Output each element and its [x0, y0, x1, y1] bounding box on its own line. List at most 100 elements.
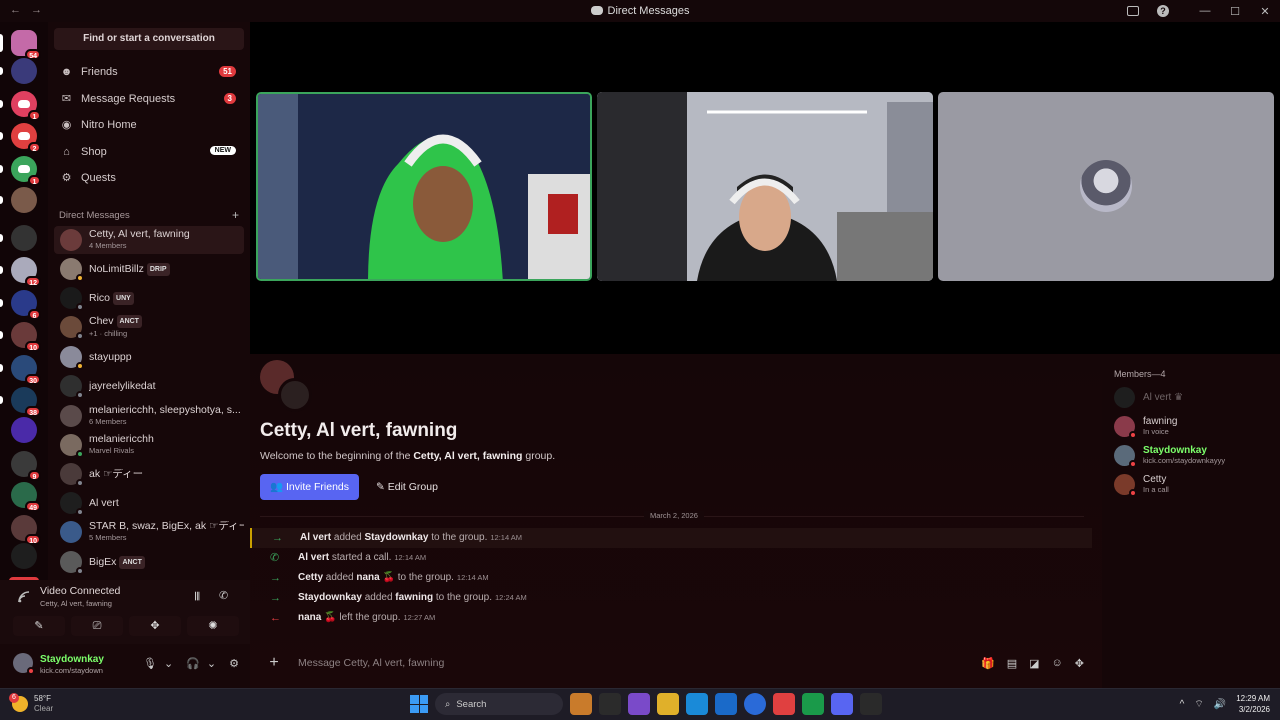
message-actor[interactable]: Al vert — [300, 532, 331, 543]
message-actor[interactable]: Staydownkay — [298, 592, 362, 603]
gif-icon[interactable]: ▤ — [1007, 657, 1017, 670]
timestamp: 12:27 AM — [403, 613, 436, 622]
taskbar-app-icon[interactable] — [802, 693, 824, 715]
server-icon[interactable]: 10 — [11, 322, 41, 352]
chevron-down-icon[interactable]: ⌄ — [164, 657, 173, 670]
volume-icon[interactable]: 🔊 — [1214, 699, 1226, 710]
member-item[interactable]: Cetty In a call — [1114, 471, 1274, 497]
member-item[interactable]: Staydownkay kick.com/staydownkayyy — [1114, 442, 1274, 468]
invite-friends-button[interactable]: 👥 Invite Friends — [260, 474, 359, 500]
username[interactable]: Staydownkay — [40, 654, 104, 665]
message-target[interactable]: nana 🍒 — [356, 572, 395, 583]
activities-icon[interactable]: ✥ — [129, 616, 181, 636]
dm-item[interactable]: ak ☞ディー — [54, 460, 244, 488]
settings-gear-icon[interactable]: ⚙ — [229, 657, 239, 670]
taskbar-app-icon[interactable] — [686, 693, 708, 715]
headset-icon[interactable]: 🎧 — [186, 657, 200, 670]
server-icon[interactable]: 6 — [11, 290, 41, 320]
dm-item[interactable]: Rico UNY — [54, 284, 244, 312]
taskbar-app-icon[interactable] — [773, 693, 795, 715]
start-icon[interactable] — [410, 695, 428, 713]
weather-widget[interactable]: 6 58°F Clear — [9, 693, 53, 714]
close-button[interactable]: ✕ — [1250, 5, 1280, 18]
chevron-down-icon[interactable]: ⌄ — [207, 657, 216, 670]
voice-channel-name[interactable]: Cetty, Al vert, fawning — [40, 599, 112, 608]
participant-tile-green-hoodie[interactable] — [256, 92, 592, 281]
server-icon[interactable] — [11, 225, 37, 251]
dm-item[interactable]: Cetty, Al vert, fawning 4 Members — [54, 226, 244, 254]
server-icon[interactable]: 9 — [11, 451, 41, 481]
nav-item-quests[interactable]: ⚙ Quests — [54, 165, 244, 191]
minimize-button[interactable]: — — [1190, 5, 1220, 17]
disconnect-icon[interactable]: ✆ — [219, 589, 228, 602]
member-item[interactable]: Al vert ♛ — [1114, 384, 1274, 410]
nav-item-nitro-home[interactable]: ◉ Nitro Home — [54, 112, 244, 138]
inbox-icon[interactable] — [1127, 6, 1139, 16]
taskbar-app-icon[interactable] — [570, 693, 592, 715]
dm-item[interactable]: melanie­ricchh, sleepyshotya, s... 6 Memb… — [54, 402, 244, 430]
message-target[interactable]: Staydownkay — [365, 532, 429, 543]
message-input[interactable] — [288, 657, 982, 669]
server-icon[interactable]: 2 — [11, 123, 41, 153]
participant-tile-bedroom[interactable] — [597, 92, 933, 281]
taskbar-search[interactable]: ⌕ Search — [435, 693, 563, 715]
taskbar-app-icon[interactable] — [744, 693, 766, 715]
screen-share-icon[interactable]: ⎚ — [71, 616, 123, 636]
server-icon[interactable]: 54 — [11, 30, 41, 60]
nav-item-message-requests[interactable]: ✉ Message Requests 3 — [54, 86, 244, 112]
edit-group-button[interactable]: ✎ Edit Group — [368, 474, 446, 500]
create-dm-icon[interactable]: + — [232, 208, 239, 222]
attach-plus-icon[interactable]: + — [260, 654, 288, 672]
server-icon[interactable]: 12 — [11, 257, 41, 287]
maximize-button[interactable]: ☐ — [1220, 5, 1250, 18]
nav-item-friends[interactable]: ☻ Friends 51 — [54, 59, 244, 85]
gift-icon[interactable]: 🎁 — [981, 657, 995, 670]
taskbar-app-icon[interactable] — [715, 693, 737, 715]
taskbar-app-icon[interactable] — [657, 693, 679, 715]
message-actor[interactable]: Al vert — [298, 552, 329, 563]
dm-item[interactable]: NoLimitBillz DRIP — [54, 255, 244, 283]
emoji-icon[interactable]: ☺ — [1052, 657, 1063, 670]
server-icon[interactable] — [11, 187, 37, 213]
avatar[interactable] — [13, 653, 35, 675]
apps-icon[interactable]: ✥ — [1075, 657, 1084, 670]
network-icon[interactable]: ⌔ — [1194, 698, 1203, 711]
dm-item[interactable]: jayreelylikedat — [54, 372, 244, 400]
clock[interactable]: 12:29 AM 3/2/2026 — [1236, 693, 1270, 715]
noise-suppression-icon[interactable]: 𝄃𝄃 — [195, 591, 200, 604]
server-icon[interactable]: 49 — [11, 482, 41, 512]
taskbar-app-icon[interactable] — [831, 693, 853, 715]
sticker-icon[interactable]: ◪ — [1029, 657, 1039, 670]
nav-item-shop[interactable]: ⌂ Shop NEW — [54, 139, 244, 165]
dm-item[interactable]: stayuppp — [54, 343, 244, 371]
signal-icon[interactable] — [18, 591, 30, 603]
server-icon[interactable]: 10 — [11, 515, 41, 545]
find-conversation-button[interactable]: Find or start a conversation — [54, 28, 244, 50]
dm-item[interactable]: melanie­ricchh Marvel Rivals — [54, 431, 244, 459]
server-icon[interactable]: 30 — [11, 355, 41, 385]
server-icon[interactable]: 1 — [11, 91, 41, 121]
server-icon[interactable]: 38 — [11, 387, 41, 417]
message-actor[interactable]: Cetty — [298, 572, 323, 583]
taskbar-app-icon[interactable] — [599, 693, 621, 715]
server-icon[interactable] — [11, 417, 37, 443]
participant-tile-avatar-only[interactable] — [938, 92, 1274, 281]
help-icon[interactable]: ? — [1157, 5, 1169, 17]
dm-item[interactable]: Chev ANCT +1 · chilling — [54, 313, 244, 341]
dm-item[interactable]: BigEx ANCT — [54, 548, 244, 576]
server-icon[interactable] — [11, 58, 37, 84]
dm-item[interactable]: Al vert — [54, 489, 244, 517]
chevron-up-icon[interactable]: ^ — [1180, 699, 1185, 710]
microphone-icon[interactable]: 🎙 — [143, 657, 157, 670]
camera-off-icon[interactable]: ✎ — [13, 616, 65, 636]
server-icon[interactable]: 1 — [11, 156, 41, 186]
soundboard-icon[interactable]: ✺ — [187, 616, 239, 636]
dm-item[interactable]: STAR B, swaz, BigEx, ak ☞ディー 5 Members — [54, 518, 244, 546]
taskbar-app-icon[interactable] — [628, 693, 650, 715]
message-actor[interactable]: nana 🍒 — [298, 612, 337, 623]
taskbar-app-icon[interactable] — [860, 693, 882, 715]
quests-icon: ⚙ — [61, 171, 72, 184]
server-icon[interactable] — [11, 543, 37, 569]
member-item[interactable]: fawning In voice — [1114, 413, 1274, 439]
message-target[interactable]: fawning — [395, 592, 433, 603]
